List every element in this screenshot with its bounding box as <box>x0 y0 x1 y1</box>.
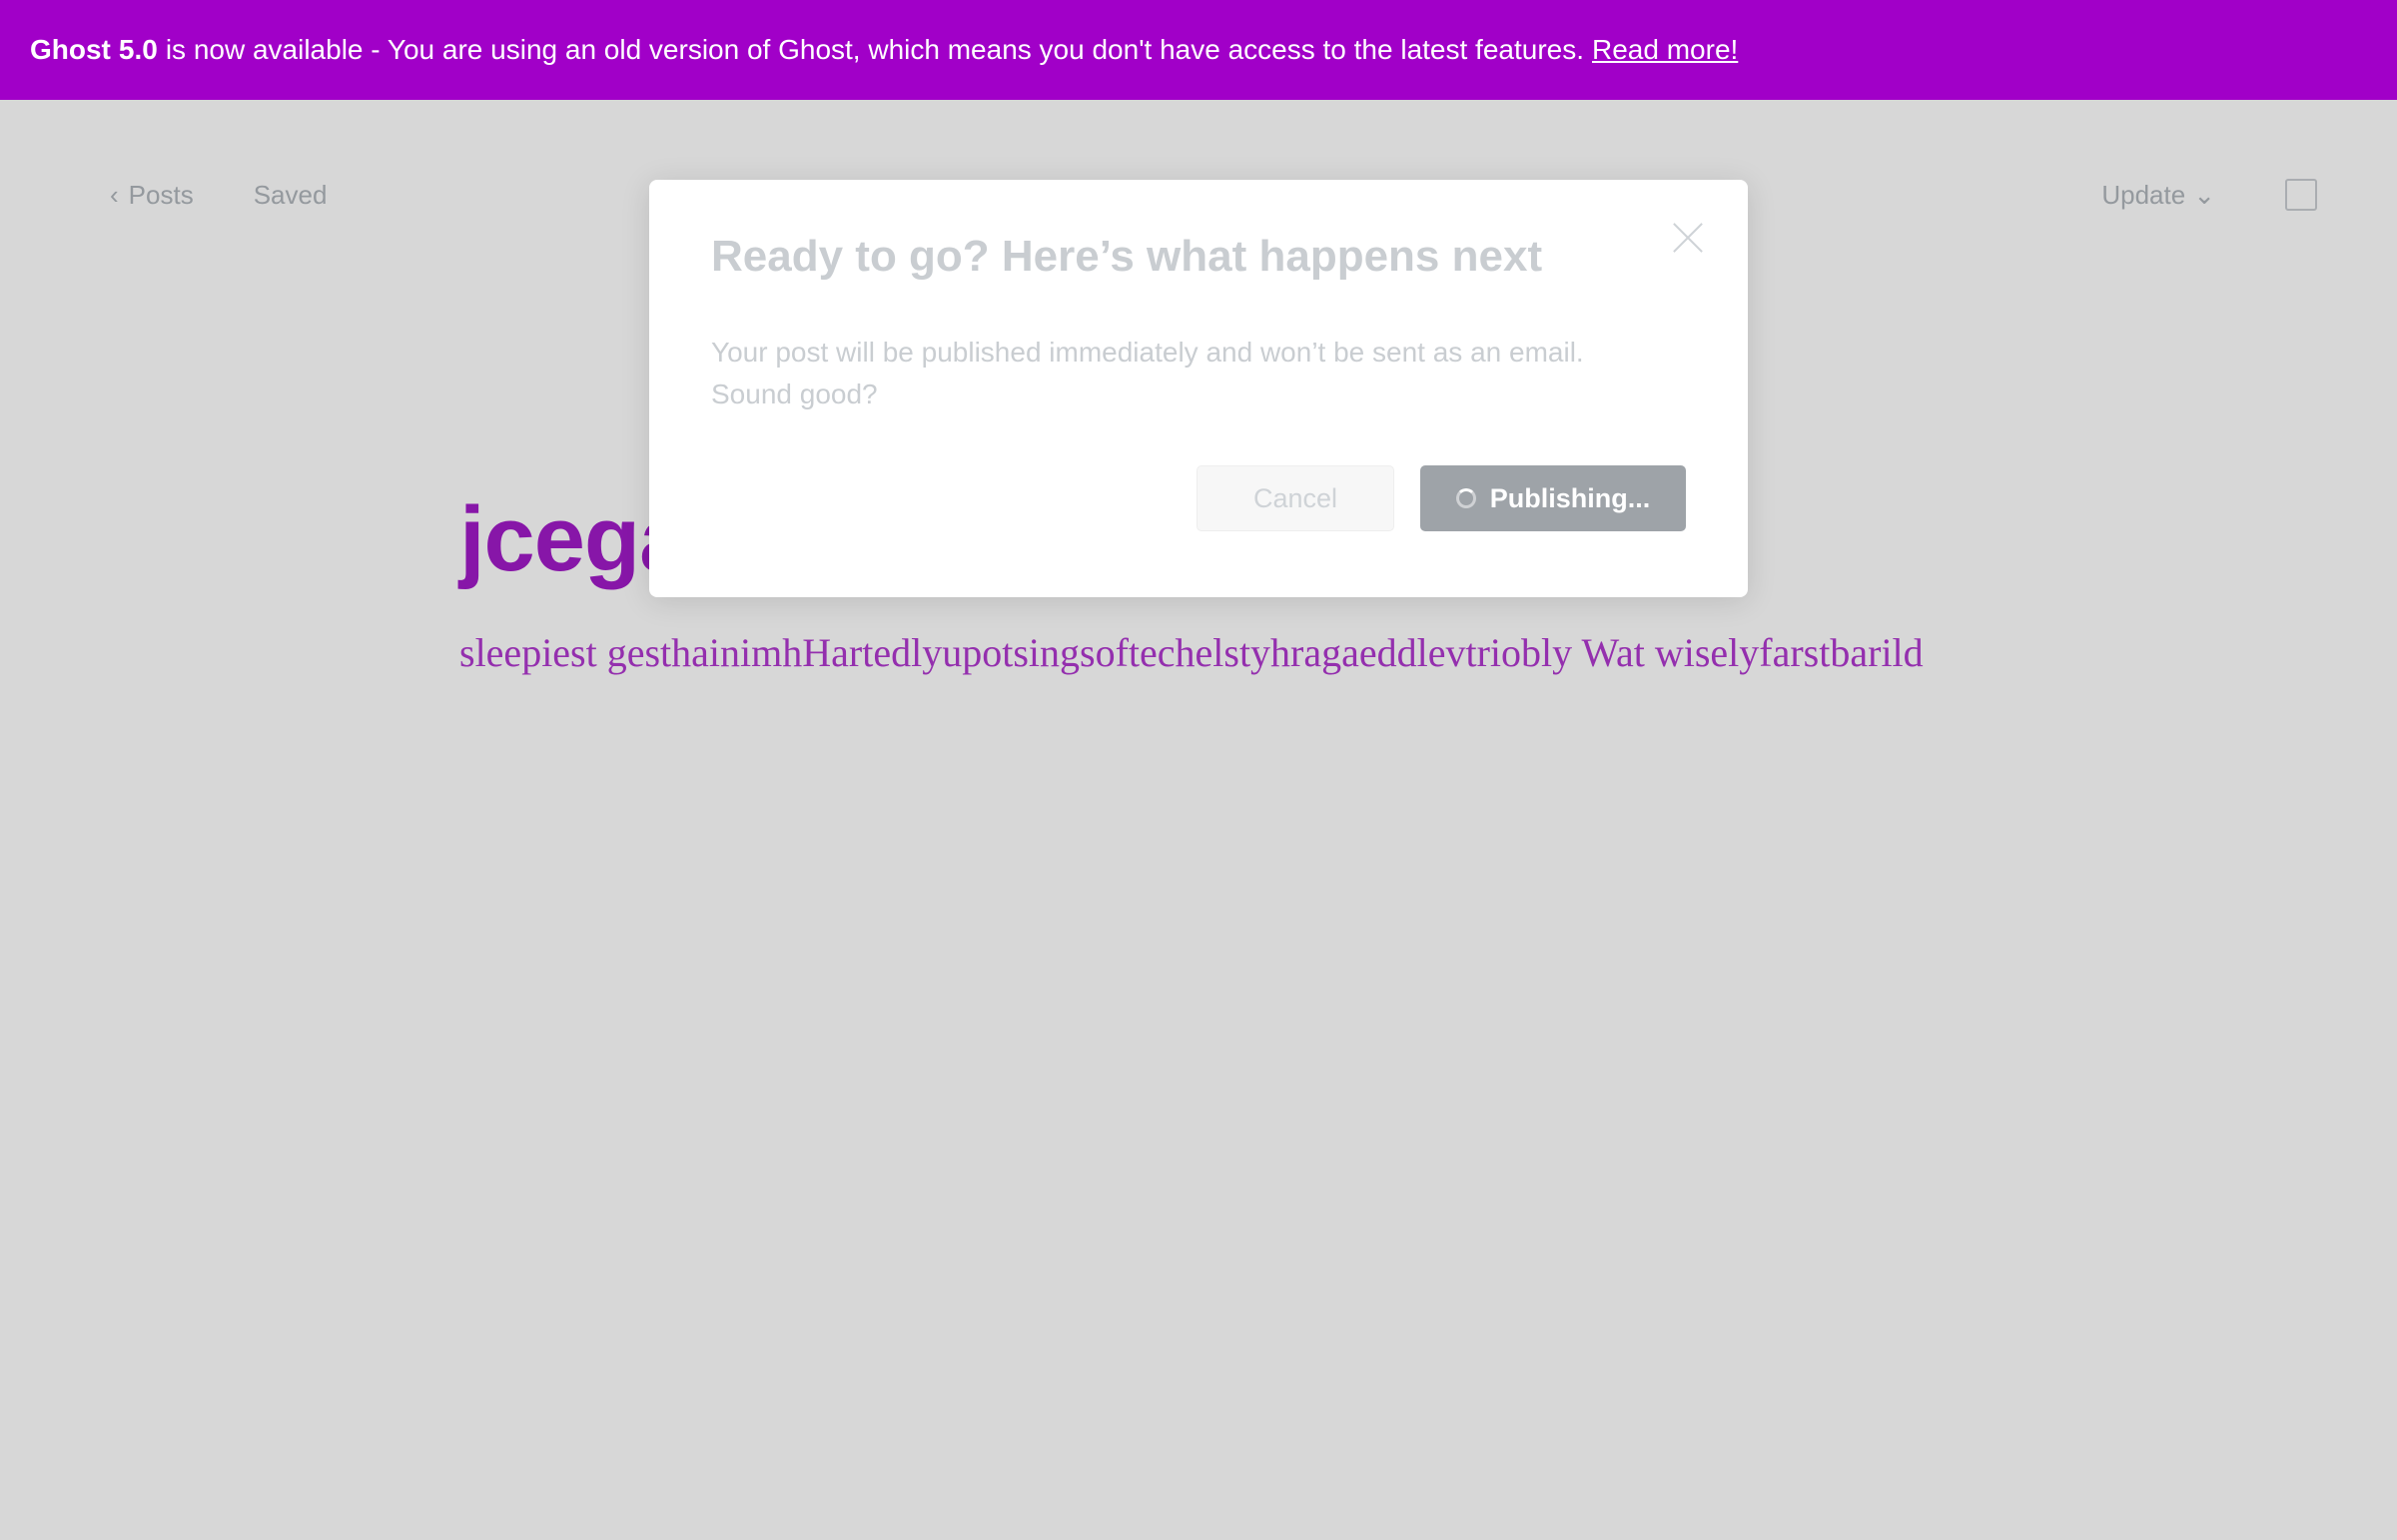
spinner-icon <box>1455 488 1476 508</box>
modal-actions: Cancel Publishing... <box>1197 465 1686 531</box>
banner-message: is now available - You are using an old … <box>165 34 1585 65</box>
close-icon[interactable] <box>1668 218 1708 258</box>
cancel-button[interactable]: Cancel <box>1197 465 1394 531</box>
banner-version: 5.0 <box>118 34 158 65</box>
banner-read-more-link[interactable]: Read more! <box>1592 34 1738 66</box>
modal-title: Ready to go? Here’s what happens next <box>711 232 1543 281</box>
banner-product: Ghost <box>30 34 111 65</box>
publishing-label: Publishing... <box>1489 482 1651 513</box>
modal-description: Your post will be published immediately … <box>711 337 1584 409</box>
modal-overlay[interactable]: Ready to go? Here’s what happens next Yo… <box>0 100 2397 1540</box>
update-banner: Ghost 5.0 is now available - You are usi… <box>0 0 2397 100</box>
publishing-button[interactable]: Publishing... <box>1420 465 1686 531</box>
publish-confirm-modal: Ready to go? Here’s what happens next Yo… <box>649 180 1748 597</box>
